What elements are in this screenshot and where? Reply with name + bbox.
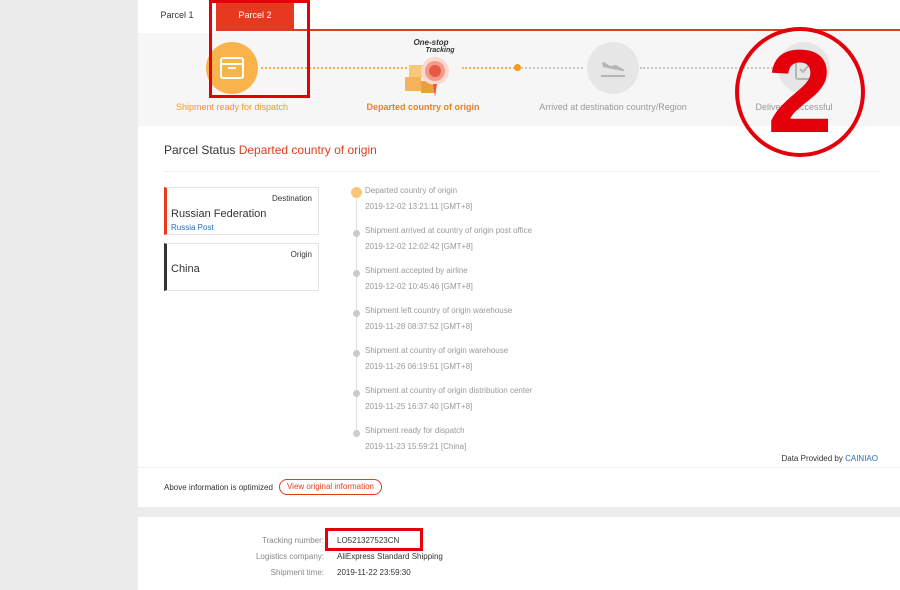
- timeline-desc: Shipment left country of origin warehous…: [365, 306, 513, 315]
- view-original-button[interactable]: View original information: [279, 479, 382, 495]
- parcel-status-title: Parcel Status Departed country of origin: [164, 143, 377, 157]
- timeline-time: 2019-11-28 08:37:52 [GMT+8]: [365, 322, 473, 331]
- destination-country: Russian Federation: [171, 208, 267, 220]
- timeline-item: Shipment at country of origin distributi…: [351, 386, 651, 422]
- tab-parcel-1[interactable]: Parcel 1: [138, 0, 216, 31]
- progress-marker-dot: [514, 64, 521, 71]
- box-icon: [220, 57, 244, 79]
- timeline-time: 2019-11-26 06:19:51 [GMT+8]: [365, 362, 473, 371]
- timeline-item: Shipment ready for dispatch 2019-11-23 1…: [351, 426, 651, 462]
- clipboard-check-icon: [795, 57, 813, 80]
- step-delivered-circle: [778, 42, 830, 94]
- tracking-number-row: Tracking number: LO521327523CN: [138, 536, 900, 550]
- origin-country: China: [171, 263, 200, 275]
- progress-connector-current: [462, 67, 518, 69]
- step-delivered-label: Delivery successful: [755, 102, 833, 112]
- timeline-dot-icon: [353, 230, 360, 237]
- tracking-card: Parcel 1 Parcel 2 Shipment ready for dis…: [138, 0, 900, 507]
- logistics-company-value: AliExpress Standard Shipping: [337, 552, 443, 561]
- timeline-desc: Shipment ready for dispatch: [365, 426, 465, 435]
- progress-connector-pending: [521, 67, 583, 69]
- origin-kind: Origin: [290, 250, 312, 259]
- progress-connector-done: [261, 67, 411, 69]
- step-ready-label: Shipment ready for dispatch: [175, 102, 289, 112]
- parcel-tracking-icon: [405, 57, 449, 97]
- cainiao-link[interactable]: CAINIAO: [845, 454, 878, 463]
- badge-line-1: One-stop: [413, 38, 449, 47]
- timeline-desc: Shipment arrived at country of origin po…: [365, 226, 533, 235]
- step-arrived-label: Arrived at destination country/Region: [539, 102, 687, 112]
- timeline-time: 2019-12-02 12:02:42 [GMT+8]: [365, 242, 473, 251]
- timeline-item: Shipment at country of origin warehouse …: [351, 346, 651, 382]
- divider: [164, 171, 880, 172]
- shipment-time-row: Shipment time: 2019-11-22 23:59:30: [138, 568, 900, 582]
- timeline-dot-icon: [353, 270, 360, 277]
- timeline-item: Shipment arrived at country of origin po…: [351, 226, 651, 262]
- timeline-dot-icon: [353, 350, 360, 357]
- timeline-dot-icon: [353, 390, 360, 397]
- logistics-company-row: Logistics company: AliExpress Standard S…: [138, 552, 900, 566]
- parcel-status-value: Departed country of origin: [238, 143, 377, 157]
- parcel-status-label: Parcel Status: [164, 143, 236, 157]
- timeline-desc: Shipment at country of origin distributi…: [365, 386, 533, 395]
- data-provider: Data Provided by CAINIAO: [781, 454, 878, 463]
- timeline-time: 2019-12-02 13:21:11 [GMT+8]: [365, 202, 473, 211]
- shipment-info-card: Tracking number: LO521327523CN Logistics…: [138, 517, 900, 590]
- tracking-number-label: Tracking number:: [262, 536, 324, 545]
- timeline-item: Shipment left country of origin warehous…: [351, 306, 651, 342]
- timeline-time: 2019-11-23 15:59:21 [China]: [365, 442, 467, 451]
- step-ready-circle: [206, 42, 258, 94]
- timeline-dot-icon: [353, 430, 360, 437]
- progress-tracker: Shipment ready for dispatch One-stop Tra…: [138, 33, 900, 126]
- timeline-item: Shipment accepted by airline 2019-12-02 …: [351, 266, 651, 302]
- timeline-desc: Departed country of origin: [365, 186, 458, 195]
- step-departed-label: Departed country of origin: [366, 102, 480, 112]
- step-arrived-circle: [587, 42, 639, 94]
- data-provider-prefix: Data Provided by: [781, 454, 843, 463]
- timeline-current-dot-icon: [351, 187, 362, 198]
- destination-carrier-link[interactable]: Russia Post: [171, 223, 214, 232]
- destination-box: Destination Russian Federation Russia Po…: [164, 187, 319, 235]
- tracking-number-value[interactable]: LO521327523CN: [337, 536, 399, 545]
- shipment-time-value: 2019-11-22 23:59:30: [337, 568, 411, 577]
- divider: [138, 467, 900, 468]
- tab-parcel-2[interactable]: Parcel 2: [216, 0, 294, 31]
- shipment-time-label: Shipment time:: [270, 568, 324, 577]
- timeline-time: 2019-12-02 10:45:46 [GMT+8]: [365, 282, 473, 291]
- origin-box: Origin China: [164, 243, 319, 291]
- timeline-desc: Shipment at country of origin warehouse: [365, 346, 509, 355]
- airplane-landing-icon: [601, 62, 625, 77]
- optimized-note: Above information is optimized: [164, 483, 273, 492]
- timeline-desc: Shipment accepted by airline: [365, 266, 468, 275]
- logistics-company-label: Logistics company:: [255, 552, 324, 561]
- destination-kind: Destination: [271, 194, 312, 203]
- timeline-time: 2019-11-25 16:37:40 [GMT+8]: [365, 402, 473, 411]
- timeline-item: Departed country of origin 2019-12-02 13…: [351, 186, 651, 222]
- parcel-tabs: Parcel 1 Parcel 2: [138, 0, 900, 31]
- progress-connector-pending-2: [640, 67, 785, 69]
- timeline-dot-icon: [353, 310, 360, 317]
